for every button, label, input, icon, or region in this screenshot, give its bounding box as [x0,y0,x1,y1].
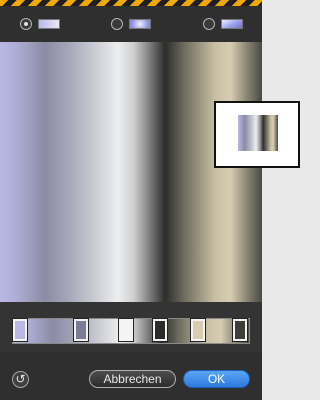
color-stop-handle[interactable] [13,319,27,341]
gradient-preview [0,42,262,302]
cancel-button[interactable]: Abbrechen [89,370,176,388]
reset-icon[interactable]: ↺ [12,371,29,388]
radio-angle[interactable] [203,18,215,30]
color-stop-handle[interactable] [119,319,134,341]
gradient-type-radial[interactable] [111,17,153,33]
angle-gradient-icon [221,19,243,29]
ok-button[interactable]: OK [183,370,250,388]
linear-gradient-icon [38,19,60,29]
gradient-editor-panel: ↺ Abbrechen OK [0,0,262,400]
gradient-type-linear[interactable] [20,17,62,33]
radio-radial[interactable] [111,18,123,30]
color-stop-handle[interactable] [233,319,248,341]
gradient-type-selector [0,6,262,42]
dialog-footer: ↺ Abbrechen OK [0,352,262,400]
gradient-thumbnail-popup [214,101,300,168]
radial-gradient-icon [129,19,151,29]
color-stop-handle[interactable] [152,319,167,341]
color-stop-handle[interactable] [74,319,89,341]
gradient-thumbnail [238,115,278,151]
radio-linear[interactable] [20,18,32,30]
gradient-type-angle[interactable] [203,17,245,33]
color-stop-handle[interactable] [190,319,205,341]
